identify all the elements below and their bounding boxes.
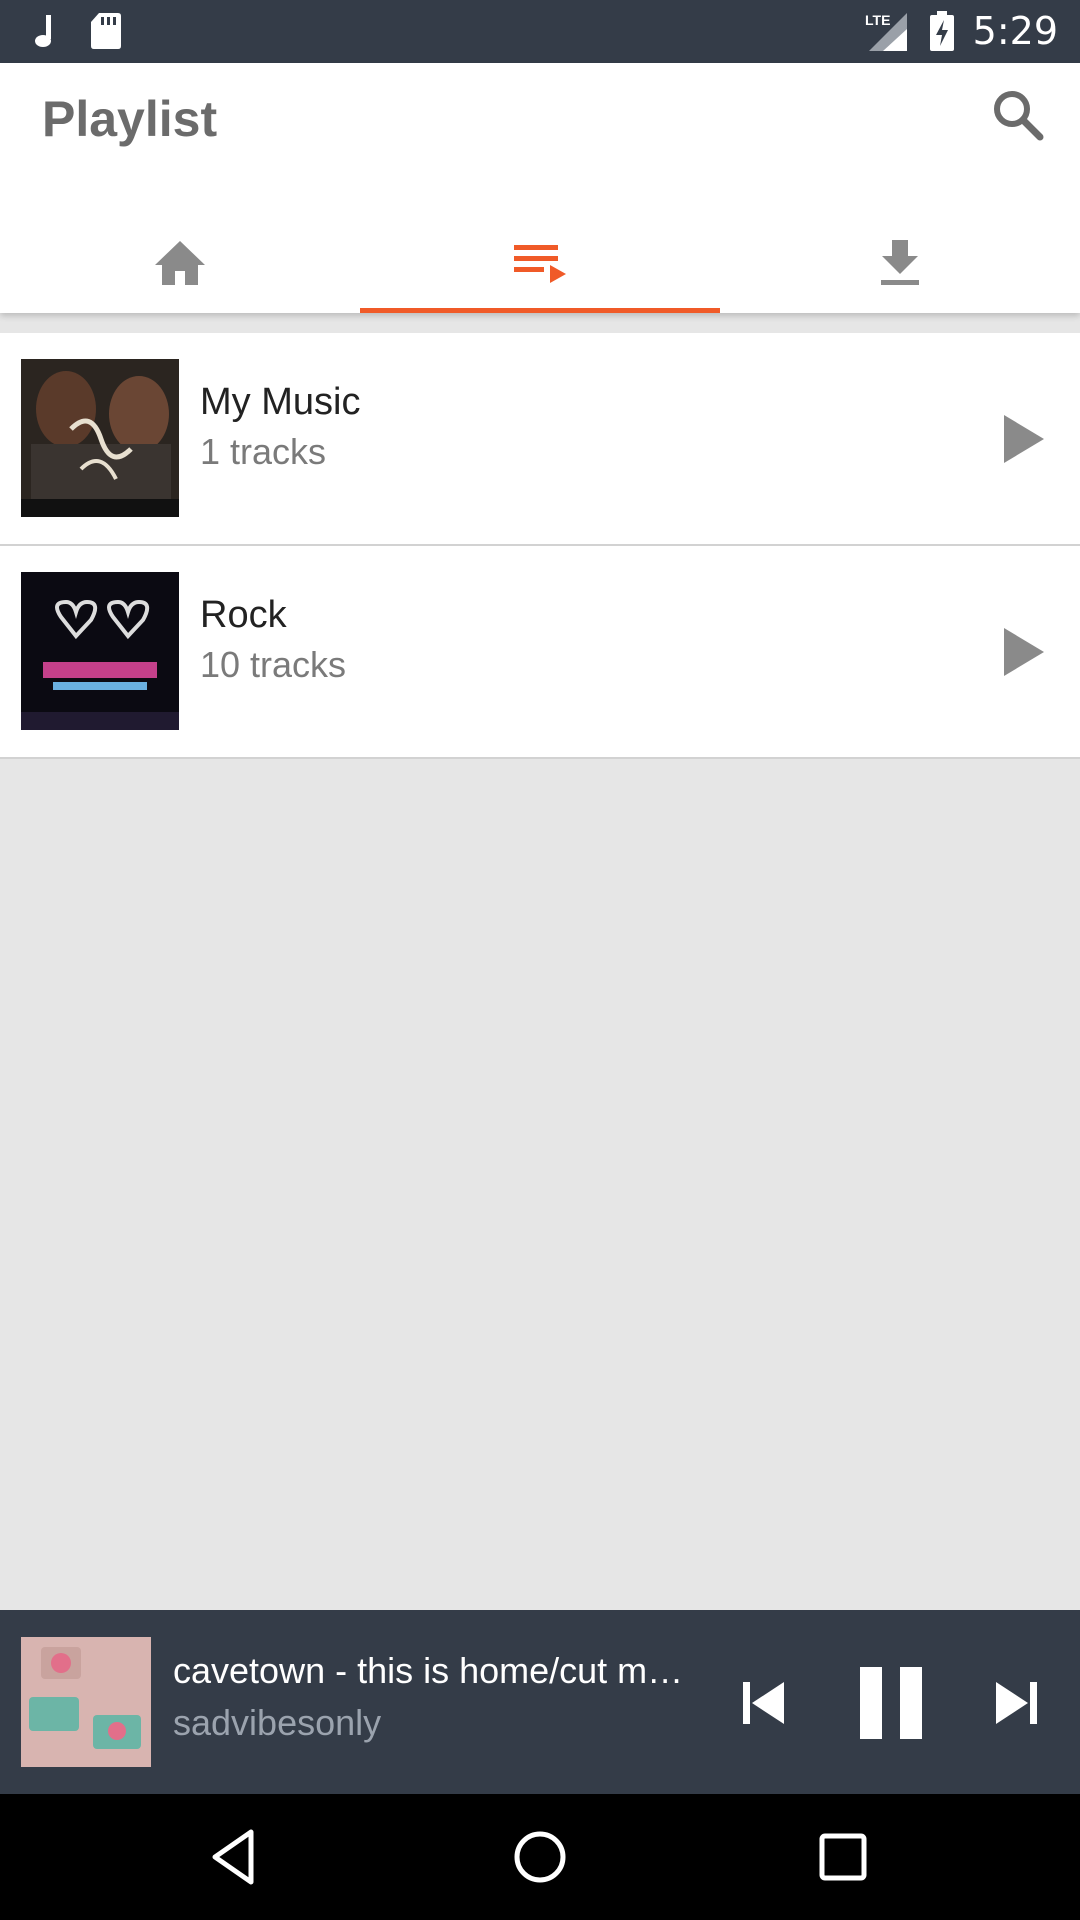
playlist-count: 1 tracks bbox=[200, 431, 327, 472]
now-playing-artist: sadvibesonly bbox=[173, 1702, 382, 1743]
music-note-icon bbox=[35, 15, 51, 47]
page-title: Playlist bbox=[42, 91, 218, 147]
sd-card-icon bbox=[91, 13, 121, 49]
home-icon bbox=[155, 241, 205, 285]
search-icon[interactable] bbox=[988, 85, 1048, 145]
playlist-list: My Music 1 tracks Rock 10 tracks bbox=[0, 333, 1080, 759]
tab-bar bbox=[0, 213, 1080, 313]
home-nav-icon[interactable] bbox=[507, 1824, 573, 1890]
battery-charging-icon bbox=[929, 11, 954, 51]
app-bar: Playlist bbox=[0, 63, 1080, 313]
tab-download[interactable] bbox=[720, 213, 1080, 313]
album-art bbox=[21, 359, 179, 517]
tab-playlist[interactable] bbox=[360, 213, 720, 313]
now-playing-art bbox=[21, 1637, 151, 1767]
play-icon[interactable] bbox=[1000, 624, 1048, 680]
back-icon[interactable] bbox=[203, 1824, 269, 1890]
playlist-name: Rock bbox=[200, 594, 287, 636]
lte-signal-icon: LTE bbox=[865, 12, 907, 51]
list-item[interactable]: My Music 1 tracks bbox=[0, 333, 1080, 546]
playlist-icon bbox=[514, 245, 566, 283]
system-nav-bar bbox=[0, 1794, 1080, 1920]
recents-icon[interactable] bbox=[810, 1824, 876, 1890]
status-bar: LTE 5:29 bbox=[0, 0, 1080, 63]
download-icon bbox=[881, 240, 919, 285]
pause-icon[interactable] bbox=[858, 1665, 924, 1741]
next-icon[interactable] bbox=[992, 1678, 1040, 1728]
tab-home[interactable] bbox=[0, 213, 360, 313]
status-time: 5:29 bbox=[972, 9, 1058, 53]
album-art bbox=[21, 572, 179, 730]
previous-icon[interactable] bbox=[740, 1678, 788, 1728]
playlist-count: 10 tracks bbox=[200, 644, 347, 685]
playlist-name: My Music bbox=[200, 381, 361, 423]
now-playing-bar[interactable]: cavetown - this is home/cut my hair sadv… bbox=[0, 1610, 1080, 1794]
play-icon[interactable] bbox=[1000, 411, 1048, 467]
svg-text:LTE: LTE bbox=[865, 12, 890, 28]
now-playing-title: cavetown - this is home/cut my hair bbox=[173, 1650, 693, 1691]
list-item[interactable]: Rock 10 tracks bbox=[0, 546, 1080, 759]
